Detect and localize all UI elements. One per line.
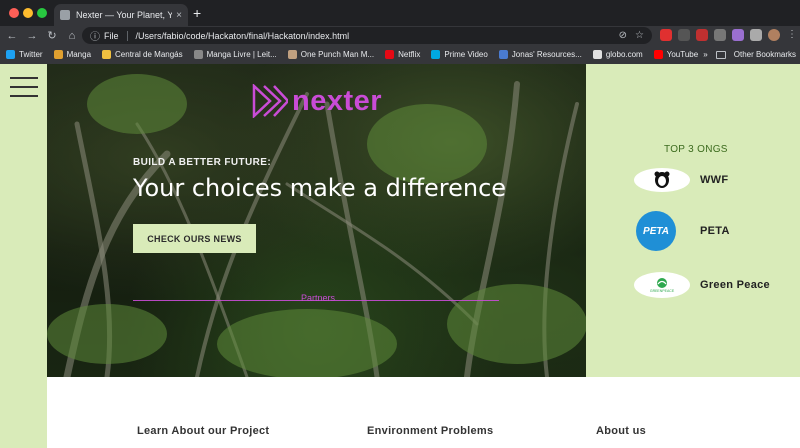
ongs-title: TOP 3 ONGS: [664, 144, 728, 155]
footer-learn-link[interactable]: Learn About our Project: [137, 425, 269, 437]
logo-text: nexter: [292, 84, 383, 117]
nexter-logo[interactable]: nexter: [252, 84, 382, 118]
tab-nexter[interactable]: Nexter — Your Planet, Your Li ×: [54, 4, 188, 26]
home-button[interactable]: ⌂: [64, 30, 80, 42]
tab-title: Nexter — Your Planet, Your Li: [76, 10, 173, 20]
tab-close-icon[interactable]: ×: [176, 10, 182, 21]
bookmark-item[interactable]: YouTube: [653, 50, 699, 59]
bookmark-favicon-icon: [193, 50, 203, 59]
bookmark-label: Manga: [66, 50, 92, 59]
bookmark-label: Netflix: [398, 50, 421, 59]
bookmark-favicon-icon: [431, 50, 441, 59]
address-bar[interactable]: ⓘ File /Users/fabio/code/Hackaton/final/…: [82, 27, 652, 44]
folder-icon: [715, 50, 726, 59]
left-sidebar: [0, 64, 47, 448]
address-separator: [126, 30, 128, 41]
bookmark-favicon-icon: [592, 50, 602, 59]
menu-kebab-icon[interactable]: ⋮: [786, 29, 798, 41]
extension-red-icon[interactable]: [660, 29, 672, 41]
hamburger-menu-icon[interactable]: [10, 77, 38, 99]
bookmarks-bar: Twitter Manga Central de Mangás Manga Livre…: [0, 45, 800, 64]
maximize-window-button[interactable]: [37, 8, 47, 18]
bookmark-label: YouTube: [666, 50, 699, 59]
hero-subtitle: BUILD A BETTER FUTURE:: [133, 157, 272, 168]
extension-purple-icon[interactable]: [732, 29, 744, 41]
bookmarks-overflow-button[interactable]: »: [703, 50, 707, 59]
bookmark-item[interactable]: Manga: [53, 50, 92, 59]
back-button[interactable]: ←: [4, 30, 20, 42]
bookmark-favicon-icon: [498, 50, 508, 59]
ong-item-greenpeace[interactable]: GREENPEACE Green Peace: [634, 272, 770, 298]
hero-title: Your choices make a difference: [133, 174, 507, 202]
url-scheme-label: File: [104, 30, 119, 41]
footer-section: Learn About our Project Environment Prob…: [47, 377, 800, 448]
footer-about-link[interactable]: About us: [596, 425, 646, 437]
bookmark-favicon-icon: [287, 50, 297, 59]
url-text[interactable]: /Users/fabio/code/Hackaton/final/Hackato…: [136, 31, 350, 41]
close-window-button[interactable]: [9, 8, 19, 18]
bookmark-favicon-icon: [6, 50, 15, 59]
page-content: nexter BUILD A BETTER FUTURE: Your choic…: [0, 64, 800, 448]
bookmark-item[interactable]: Twitter: [6, 50, 43, 59]
bookmark-label: Jonas' Resources...: [511, 50, 582, 59]
bookmark-label: One Punch Man M...: [300, 50, 375, 59]
bookmark-item[interactable]: Jonas' Resources...: [498, 50, 582, 59]
bookmark-favicon-icon: [53, 50, 63, 59]
ong-name-greenpeace: Green Peace: [700, 279, 770, 291]
ong-item-wwf[interactable]: WWF: [634, 168, 728, 192]
forward-button[interactable]: →: [24, 30, 40, 42]
bookmark-label: Central de Mangás: [115, 50, 183, 59]
ongs-panel: TOP 3 ONGS WWF PETA PETA GREENPEACE Gree…: [586, 64, 800, 377]
info-icon[interactable]: ⓘ: [90, 28, 100, 43]
browser-chrome: Nexter — Your Planet, Your Li × + ← → ↻ …: [0, 0, 800, 64]
bookmark-favicon-icon: [102, 50, 112, 59]
bookmark-item[interactable]: Central de Mangás: [102, 50, 183, 59]
tab-favicon-icon: [60, 10, 70, 20]
nexter-logo-icon: [252, 84, 288, 118]
bookmark-label: Prime Video: [444, 50, 488, 59]
extensions-puzzle-icon[interactable]: [750, 29, 762, 41]
peta-logo-icon: PETA: [636, 211, 676, 251]
extension-grey-icon[interactable]: [678, 29, 690, 41]
bookmark-favicon-icon: [385, 50, 395, 59]
greenpeace-logo-icon: GREENPEACE: [634, 272, 690, 298]
extension-lastpass-icon[interactable]: [696, 29, 708, 41]
bookmark-label: Manga Livre | Leit...: [206, 50, 277, 59]
reload-button[interactable]: ↻: [44, 29, 60, 42]
new-tab-button[interactable]: +: [193, 6, 201, 20]
eye-off-icon[interactable]: ⊘: [619, 30, 627, 41]
profile-avatar[interactable]: [768, 29, 780, 41]
bookmark-item[interactable]: One Punch Man M...: [287, 50, 375, 59]
hero-section: nexter BUILD A BETTER FUTURE: Your choic…: [47, 64, 586, 377]
other-bookmarks-button[interactable]: Other Bookmarks: [734, 50, 796, 59]
bookmark-label: Twitter: [19, 50, 43, 59]
extensions-area: ⋮: [660, 29, 798, 41]
partners-label: Partners: [301, 293, 336, 303]
bookmark-label: globo.com: [605, 50, 643, 59]
tab-strip: Nexter — Your Planet, Your Li × +: [0, 0, 800, 26]
minimize-window-button[interactable]: [23, 8, 33, 18]
bookmark-item[interactable]: Netflix: [385, 50, 420, 59]
ong-name-peta: PETA: [700, 225, 730, 237]
bookmark-star-icon[interactable]: ☆: [635, 30, 644, 41]
wwf-logo-icon: [634, 168, 690, 192]
bookmark-item[interactable]: globo.com: [592, 50, 643, 59]
bookmark-favicon-icon: [653, 50, 663, 59]
bookmark-item[interactable]: Prime Video: [431, 50, 488, 59]
check-news-button[interactable]: CHECK OURS NEWS: [133, 224, 256, 253]
footer-environment-link[interactable]: Environment Problems: [367, 425, 493, 437]
bookmark-item[interactable]: Manga Livre | Leit...: [193, 50, 277, 59]
ong-item-peta[interactable]: PETA PETA: [634, 211, 730, 251]
ong-name-wwf: WWF: [700, 174, 729, 186]
extension-gear-icon[interactable]: [714, 29, 726, 41]
